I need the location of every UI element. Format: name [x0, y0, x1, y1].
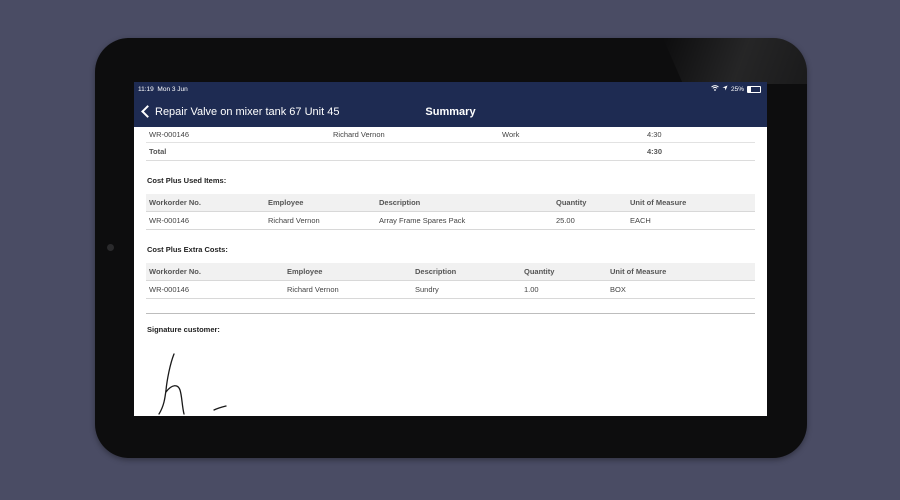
col-employee: Employee: [284, 263, 412, 281]
table-row: WR-000146 Richard Vernon Work 4:30: [146, 127, 755, 143]
status-date: Mon 3 Jun: [157, 85, 188, 93]
app-screen: 11:19 Mon 3 Jun 25% Repair Valve on mixe…: [134, 82, 767, 416]
col-unit: Unit of Measure: [627, 194, 755, 212]
total-value: 4:30: [644, 142, 755, 161]
status-right: 25%: [711, 85, 761, 93]
quantity-cell: 1.00: [521, 280, 607, 299]
battery-icon: [747, 85, 761, 93]
col-employee: Employee: [265, 194, 376, 212]
location-icon: [722, 85, 728, 93]
battery-percent: 25%: [730, 85, 744, 93]
camera-icon: [107, 244, 114, 251]
summary-content: WR-000146 Richard Vernon Work 4:30 Total…: [134, 127, 767, 334]
workorder-cell: WR-000146: [146, 211, 265, 230]
back-button[interactable]: Repair Valve on mixer tank 67 Unit 45: [134, 105, 340, 118]
employee-cell: Richard Vernon: [265, 211, 376, 230]
col-description: Description: [376, 194, 553, 212]
signature-pad[interactable]: [146, 350, 266, 416]
employee-cell: Richard Vernon: [284, 280, 412, 299]
table-row: WR-000146 Richard Vernon Sundry 1.00 BOX: [146, 280, 755, 299]
table-header: Workorder No. Employee Description Quant…: [146, 194, 755, 212]
back-label: Repair Valve on mixer tank 67 Unit 45: [155, 105, 340, 118]
unit-cell: BOX: [607, 280, 755, 299]
quantity-cell: 25.00: [553, 211, 627, 230]
table-row: WR-000146 Richard Vernon Array Frame Spa…: [146, 211, 755, 230]
status-bar: 11:19 Mon 3 Jun 25%: [134, 82, 767, 96]
employee-cell: Richard Vernon: [330, 127, 499, 143]
type-cell: Work: [499, 127, 644, 143]
extra-costs-title: Cost Plus Extra Costs:: [147, 245, 228, 254]
chevron-left-icon: [141, 105, 154, 118]
col-description: Description: [412, 263, 521, 281]
labor-table: WR-000146 Richard Vernon Work 4:30 Total…: [146, 127, 755, 161]
screen-glare: [663, 38, 807, 84]
total-row: Total 4:30: [146, 142, 755, 161]
status-left: 11:19 Mon 3 Jun: [138, 86, 188, 93]
description-cell: Sundry: [412, 280, 521, 299]
workorder-cell: WR-000146: [146, 127, 330, 143]
col-workorder: Workorder No.: [146, 263, 284, 281]
table-header: Workorder No. Employee Description Quant…: [146, 263, 755, 281]
status-time: 11:19: [138, 85, 154, 93]
unit-cell: EACH: [627, 211, 755, 230]
nav-bar: Repair Valve on mixer tank 67 Unit 45 Su…: [134, 96, 767, 127]
tablet-device: 11:19 Mon 3 Jun 25% Repair Valve on mixe…: [95, 38, 807, 458]
description-cell: Array Frame Spares Pack: [376, 211, 553, 230]
workorder-cell: WR-000146: [146, 280, 284, 299]
col-quantity: Quantity: [521, 263, 607, 281]
extra-costs-table: Workorder No. Employee Description Quant…: [146, 263, 755, 299]
used-items-title: Cost Plus Used Items:: [147, 176, 227, 185]
section-divider: [146, 313, 755, 314]
signature-title: Signature customer:: [147, 325, 220, 334]
col-quantity: Quantity: [553, 194, 627, 212]
col-workorder: Workorder No.: [146, 194, 265, 212]
col-unit: Unit of Measure: [607, 263, 755, 281]
wifi-icon: [711, 85, 719, 93]
total-label: Total: [146, 142, 330, 161]
signature-stroke: [158, 353, 227, 415]
hours-cell: 4:30: [644, 127, 755, 143]
used-items-table: Workorder No. Employee Description Quant…: [146, 194, 755, 230]
